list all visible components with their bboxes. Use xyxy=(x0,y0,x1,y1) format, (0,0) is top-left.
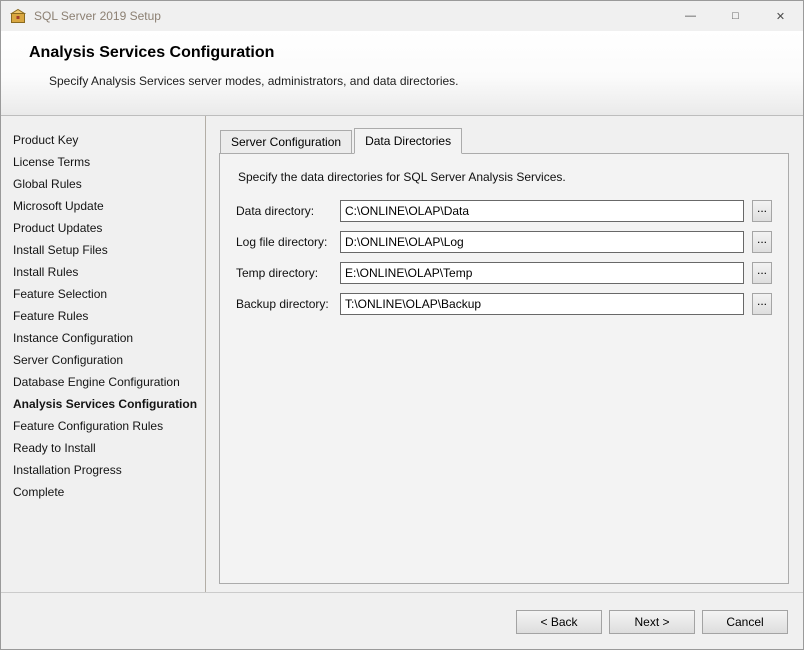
step-sidebar: Product Key License Terms Global Rules M… xyxy=(1,116,206,592)
data-directory-input[interactable] xyxy=(340,200,744,222)
sidebar-item-complete: Complete xyxy=(13,481,205,503)
cancel-button[interactable]: Cancel xyxy=(702,610,788,634)
page-subtitle: Specify Analysis Services server modes, … xyxy=(49,74,803,88)
backup-directory-input[interactable] xyxy=(340,293,744,315)
data-directory-row: Data directory: ... xyxy=(236,200,772,222)
sidebar-item-feature-rules: Feature Rules xyxy=(13,305,205,327)
minimize-button[interactable]: — xyxy=(668,1,713,31)
backup-directory-row: Backup directory: ... xyxy=(236,293,772,315)
sidebar-item-product-updates: Product Updates xyxy=(13,217,205,239)
sidebar-item-install-rules: Install Rules xyxy=(13,261,205,283)
temp-directory-row: Temp directory: ... xyxy=(236,262,772,284)
temp-directory-input[interactable] xyxy=(340,262,744,284)
wizard-header: Analysis Services Configuration Specify … xyxy=(1,31,803,116)
log-file-directory-label: Log file directory: xyxy=(236,235,340,249)
sidebar-item-database-engine-configuration: Database Engine Configuration xyxy=(13,371,205,393)
tab-server-configuration[interactable]: Server Configuration xyxy=(220,130,352,154)
sidebar-item-analysis-services-configuration: Analysis Services Configuration xyxy=(13,393,205,415)
content-area: Server Configuration Data Directories Sp… xyxy=(206,116,803,592)
sidebar-item-feature-selection: Feature Selection xyxy=(13,283,205,305)
sidebar-item-instance-configuration: Instance Configuration xyxy=(13,327,205,349)
browse-backup-directory-button[interactable]: ... xyxy=(752,293,772,315)
wizard-footer: < Back Next > Cancel xyxy=(1,592,803,649)
tab-data-directories[interactable]: Data Directories xyxy=(354,128,462,154)
sidebar-item-global-rules: Global Rules xyxy=(13,173,205,195)
sidebar-item-install-setup-files: Install Setup Files xyxy=(13,239,205,261)
browse-log-file-directory-button[interactable]: ... xyxy=(752,231,772,253)
backup-directory-label: Backup directory: xyxy=(236,297,340,311)
sidebar-item-product-key: Product Key xyxy=(13,129,205,151)
instruction-text: Specify the data directories for SQL Ser… xyxy=(238,170,772,184)
data-directories-panel: Specify the data directories for SQL Ser… xyxy=(219,153,789,584)
next-button[interactable]: Next > xyxy=(609,610,695,634)
back-button[interactable]: < Back xyxy=(516,610,602,634)
wizard-body: Product Key License Terms Global Rules M… xyxy=(1,116,803,592)
sidebar-item-installation-progress: Installation Progress xyxy=(13,459,205,481)
browse-temp-directory-button[interactable]: ... xyxy=(752,262,772,284)
tab-strip: Server Configuration Data Directories xyxy=(219,128,789,153)
titlebar: SQL Server 2019 Setup — □ ✕ xyxy=(1,1,803,31)
window-title: SQL Server 2019 Setup xyxy=(34,9,161,23)
temp-directory-label: Temp directory: xyxy=(236,266,340,280)
page-title: Analysis Services Configuration xyxy=(29,44,803,62)
sidebar-item-feature-configuration-rules: Feature Configuration Rules xyxy=(13,415,205,437)
setup-window: SQL Server 2019 Setup — □ ✕ Analysis Ser… xyxy=(0,0,804,650)
maximize-button[interactable]: □ xyxy=(713,1,758,31)
browse-data-directory-button[interactable]: ... xyxy=(752,200,772,222)
sidebar-item-license-terms: License Terms xyxy=(13,151,205,173)
log-file-directory-row: Log file directory: ... xyxy=(236,231,772,253)
log-file-directory-input[interactable] xyxy=(340,231,744,253)
data-directory-label: Data directory: xyxy=(236,204,340,218)
sidebar-item-ready-to-install: Ready to Install xyxy=(13,437,205,459)
sidebar-item-microsoft-update: Microsoft Update xyxy=(13,195,205,217)
sidebar-item-server-configuration: Server Configuration xyxy=(13,349,205,371)
app-icon xyxy=(10,8,26,24)
close-button[interactable]: ✕ xyxy=(758,1,803,31)
window-controls: — □ ✕ xyxy=(668,1,803,31)
